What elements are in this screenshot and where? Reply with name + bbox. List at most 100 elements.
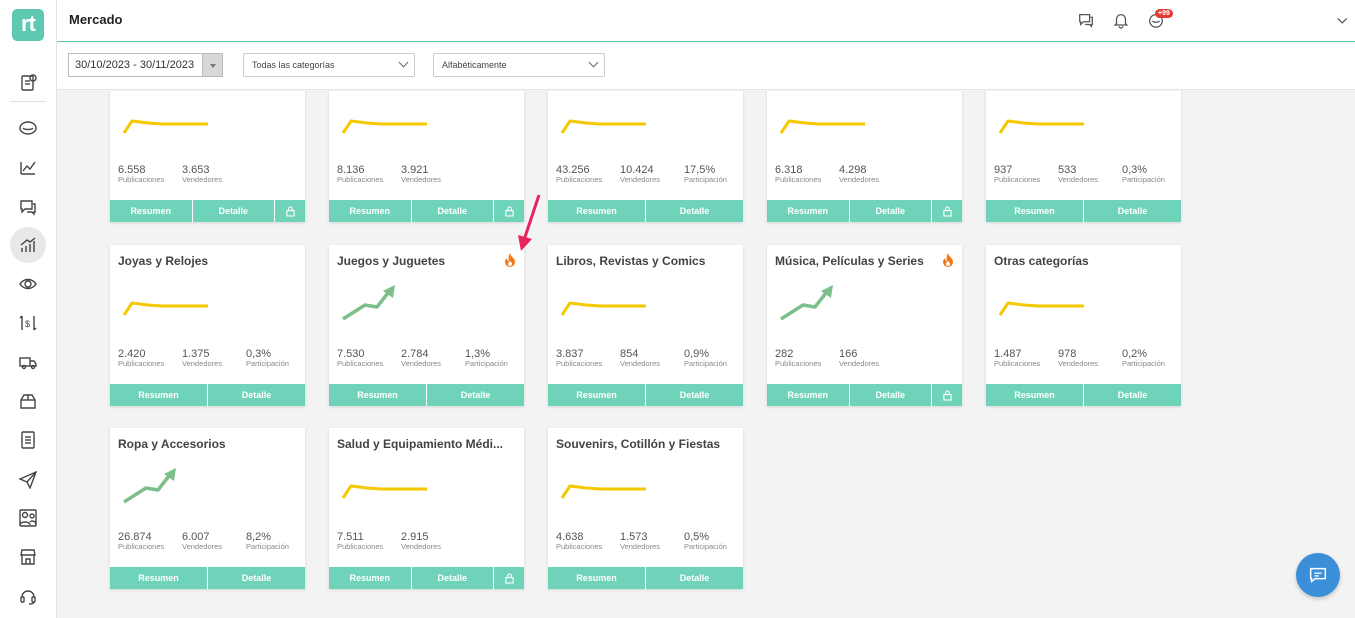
detalle-button[interactable]: Detalle (646, 567, 743, 589)
resumen-button[interactable]: Resumen (329, 567, 412, 589)
sellers-label: Vendedores (620, 542, 661, 551)
card-stats: 6.318 Publicaciones 4.298 Vendedores (775, 164, 960, 190)
sellers-label: Vendedores (401, 359, 442, 368)
publications-label: Publicaciones (994, 175, 1041, 184)
trend-sparkline (560, 484, 646, 499)
detalle-button[interactable]: Detalle (1084, 200, 1181, 222)
annotation-arrow (518, 194, 541, 251)
detalle-button[interactable]: Detalle (646, 200, 743, 222)
resumen-button[interactable]: Resumen (548, 567, 646, 589)
card-actions: Resumen Detalle (986, 384, 1181, 406)
card-stats: 2.420 Publicaciones 1.375 Vendedores 0,3% Par… (118, 348, 303, 374)
fire-icon (505, 253, 515, 267)
card-stats: 3.837 Publicaciones 854 Vendedores 0,9% Parti… (556, 348, 741, 374)
category-card: Salud y Equipamiento Médi... 7.511 Publica… (329, 428, 524, 589)
people-icon[interactable] (16, 506, 40, 530)
detalle-button[interactable]: Detalle (412, 567, 494, 589)
share-label: Participación (246, 542, 289, 551)
lock-button[interactable] (932, 200, 962, 222)
resumen-button[interactable]: Resumen (110, 200, 193, 222)
support-icon[interactable] (16, 584, 40, 608)
lock-button[interactable] (275, 200, 305, 222)
chat-support-button[interactable] (1296, 553, 1340, 597)
document-icon[interactable] (16, 428, 40, 452)
category-card: Música, Películas y Series 282 Publicacion… (767, 245, 962, 406)
publications-label: Publicaciones (337, 542, 384, 551)
lock-button[interactable] (932, 384, 962, 406)
detalle-button[interactable]: Detalle (208, 384, 305, 406)
resumen-button[interactable]: Resumen (548, 200, 646, 222)
detalle-button[interactable]: Detalle (193, 200, 275, 222)
share-label: Participación (1122, 359, 1165, 368)
page-title: Mercado (69, 12, 123, 27)
top-header: Mercado +99 (57, 0, 1355, 42)
category-card: 6.558 Publicaciones 3.653 Vendedores Resumen… (110, 91, 305, 222)
card-title: Joyas y Relojes (118, 254, 209, 268)
detalle-button[interactable]: Detalle (412, 200, 494, 222)
resumen-button[interactable]: Resumen (986, 200, 1084, 222)
bell-icon[interactable] (1112, 11, 1132, 31)
lock-icon (504, 205, 514, 217)
card-title: Ropa y Accesorios (118, 437, 226, 451)
detalle-button[interactable]: Detalle (208, 567, 305, 589)
trend-icon[interactable] (10, 227, 46, 263)
trend-sparkline (560, 301, 646, 316)
store-icon[interactable] (16, 545, 40, 569)
share-label: Participación (246, 359, 289, 368)
trend-sparkline (341, 119, 427, 134)
detalle-button[interactable]: Detalle (1084, 384, 1181, 406)
category-select-value: Todas las categorías (252, 60, 335, 70)
trend-sparkline (779, 119, 865, 134)
sidebar: rt $ (0, 0, 57, 618)
market-icon[interactable] (16, 115, 40, 139)
chat-icon[interactable] (16, 195, 40, 219)
lock-button[interactable] (494, 567, 524, 589)
trend-sparkline (780, 285, 833, 321)
detalle-button[interactable]: Detalle (850, 384, 932, 406)
trend-sparkline (122, 119, 208, 134)
trend-sparkline (998, 119, 1084, 134)
detalle-button[interactable]: Detalle (850, 200, 932, 222)
send-icon[interactable] (16, 467, 40, 491)
resumen-button[interactable]: Resumen (986, 384, 1084, 406)
card-stats: 282 Publicaciones 166 Vendedores (775, 348, 960, 374)
box-icon[interactable] (16, 389, 40, 413)
resumen-button[interactable]: Resumen (767, 200, 850, 222)
card-actions: Resumen Detalle (329, 384, 524, 406)
report-icon[interactable] (16, 71, 40, 95)
card-actions: Resumen Detalle (110, 384, 305, 406)
chart-icon[interactable] (16, 155, 40, 179)
category-card: Otras categorías 1.487 Publicaciones 978 Ven… (986, 245, 1181, 406)
resumen-button[interactable]: Resumen (110, 567, 208, 589)
card-actions: Resumen Detalle (548, 384, 743, 406)
card-stats: 1.487 Publicaciones 978 Vendedores 0,2% Parti… (994, 348, 1179, 374)
sort-select-value: Alfabéticamente (442, 60, 507, 70)
date-range-dropdown-button[interactable] (202, 53, 223, 77)
price-icon[interactable]: $ (16, 311, 40, 335)
chevron-down-icon[interactable] (1335, 13, 1355, 33)
chevron-down-icon (588, 57, 599, 68)
sellers-label: Vendedores (182, 542, 223, 551)
sort-select[interactable]: Alfabéticamente (433, 53, 605, 77)
resumen-button[interactable]: Resumen (329, 384, 427, 406)
resumen-button[interactable]: Resumen (329, 200, 412, 222)
card-actions: Resumen Detalle (329, 567, 524, 589)
truck-icon[interactable] (16, 350, 40, 374)
app-logo[interactable]: rt (12, 9, 44, 41)
date-range-field[interactable]: 30/10/2023 - 30/11/2023 (68, 53, 222, 77)
detalle-button[interactable]: Detalle (646, 384, 743, 406)
eye-icon[interactable] (16, 272, 40, 296)
resumen-button[interactable]: Resumen (767, 384, 850, 406)
card-title: Juegos y Juguetes (337, 254, 446, 268)
category-card: 937 Publicaciones 533 Vendedores 0,3% Partici… (986, 91, 1181, 222)
detalle-button[interactable]: Detalle (427, 384, 524, 406)
resumen-button[interactable]: Resumen (548, 384, 646, 406)
messages-icon[interactable] (1077, 11, 1097, 31)
card-stats: 8.136 Publicaciones 3.921 Vendedores (337, 164, 522, 190)
sellers-label: Vendedores (182, 175, 223, 184)
publications-label: Publicaciones (556, 359, 603, 368)
publications-label: Publicaciones (994, 359, 1041, 368)
category-select[interactable]: Todas las categorías (243, 53, 415, 77)
resumen-button[interactable]: Resumen (110, 384, 208, 406)
trend-sparkline (998, 301, 1084, 316)
